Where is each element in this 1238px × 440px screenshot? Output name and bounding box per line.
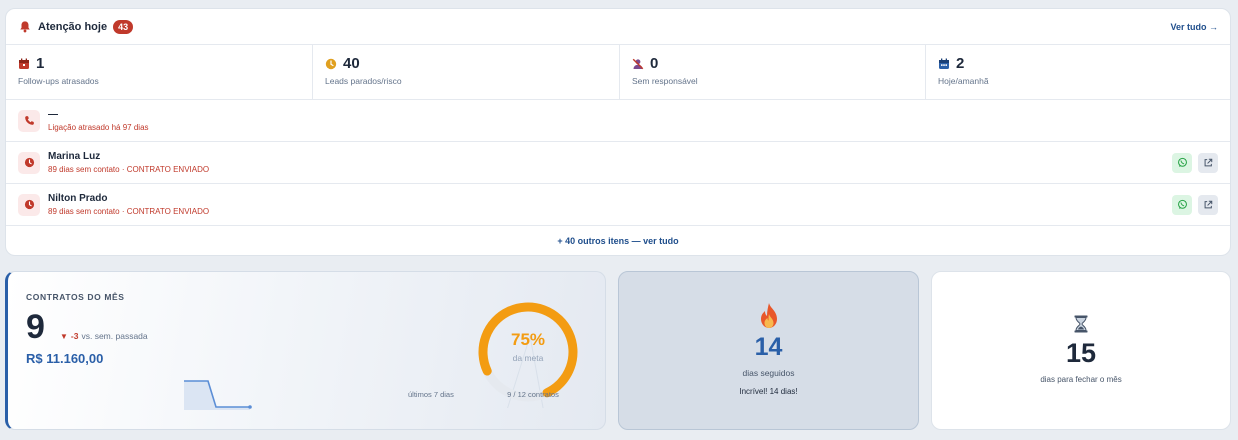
delta-value: -3 xyxy=(70,331,79,341)
open-external-button[interactable] xyxy=(1198,194,1218,215)
attention-title: Atenção hoje xyxy=(38,20,108,33)
streak-card: 14 dias seguidos Incrível! 14 dias! xyxy=(618,271,919,430)
external-link-icon xyxy=(1204,200,1213,208)
stat-label: Hoje/amanhã xyxy=(938,76,989,86)
clock-warning-icon xyxy=(325,58,337,69)
open-external-button[interactable] xyxy=(1198,152,1218,173)
streak-label: dias seguidos xyxy=(742,368,795,378)
stat-label: Sem responsável xyxy=(632,76,698,86)
delta-label: vs. sem. passada xyxy=(81,331,148,341)
stat-label: Follow-ups atrasados xyxy=(18,76,99,86)
item-subtitle: 89 dias sem contato · CONTRATO ENVIADO xyxy=(48,165,210,174)
days-left-card: 15 dias para fechar o mês xyxy=(931,271,1231,430)
stat-value: 1 xyxy=(36,55,45,72)
list-item[interactable]: Marina Luz 89 dias sem contato · CONTRAT… xyxy=(6,142,1230,184)
see-all-link[interactable]: Ver tudo → xyxy=(1170,22,1218,32)
clock-icon xyxy=(18,193,40,216)
streak-message: Incrível! 14 dias! xyxy=(739,387,798,396)
list-item[interactable]: — Ligação atrasado há 97 dias xyxy=(6,100,1230,142)
calendar-today-icon xyxy=(939,58,949,69)
clock-icon xyxy=(18,151,40,174)
goal-label: da meta xyxy=(512,353,544,363)
stat-value: 40 xyxy=(343,55,360,72)
stat-today-tomorrow[interactable]: 2 Hoje/amanhã xyxy=(926,45,1230,99)
list-item[interactable]: Nilton Prado 89 dias sem contato · CONTR… xyxy=(6,184,1230,226)
whatsapp-button[interactable] xyxy=(1172,152,1192,173)
days-left-label: dias para fechar o mês xyxy=(1040,375,1122,384)
item-subtitle: Ligação atrasado há 97 dias xyxy=(48,123,149,132)
external-link-icon xyxy=(1204,158,1213,166)
contracts-count: 9 xyxy=(26,308,45,346)
contracts-delta: ▼ -3 vs. sem. passada xyxy=(60,331,148,341)
stat-label: Leads parados/risco xyxy=(325,76,402,86)
whatsapp-button[interactable] xyxy=(1172,194,1192,215)
see-more-link[interactable]: + 40 outros itens — ver tudo xyxy=(6,226,1230,246)
user-off-icon xyxy=(632,58,644,69)
stat-value: 2 xyxy=(956,55,965,72)
whatsapp-icon xyxy=(1177,157,1187,167)
bell-icon xyxy=(20,20,30,32)
calendar-overdue-icon xyxy=(19,58,29,69)
contracts-card: CONTRATOS DO MÊS 9 ▼ -3 vs. sem. passada… xyxy=(5,271,606,430)
flame-icon xyxy=(761,303,777,328)
contracts-revenue: R$ 11.160,00 xyxy=(26,351,104,366)
stat-stalled-leads[interactable]: 40 Leads parados/risco xyxy=(313,45,620,99)
sparkline-label: últimos 7 dias xyxy=(408,390,454,399)
goal-count: 9 / 12 contratos xyxy=(507,390,559,399)
goal-percent: 75% xyxy=(510,330,546,349)
contracts-title: CONTRATOS DO MÊS xyxy=(26,292,125,302)
item-name: Nilton Prado xyxy=(48,193,108,204)
phone-icon xyxy=(18,109,40,132)
attention-stats: 1 Follow-ups atrasados 40 Leads parados/… xyxy=(6,45,1230,100)
whatsapp-icon xyxy=(1177,199,1187,209)
item-name: Marina Luz xyxy=(48,151,101,162)
streak-value: 14 xyxy=(754,333,783,361)
attention-count-badge: 43 xyxy=(113,19,134,34)
days-left-value: 15 xyxy=(1065,338,1097,368)
trend-down-icon: ▼ xyxy=(60,331,68,341)
stat-unassigned[interactable]: 0 Sem responsável xyxy=(620,45,926,99)
attention-panel: Atenção hoje 43 Ver tudo → 1 Follow-ups … xyxy=(5,8,1231,256)
stat-overdue-followups[interactable]: 1 Follow-ups atrasados xyxy=(6,45,313,99)
sparkline-chart xyxy=(184,380,252,410)
stat-value: 0 xyxy=(650,55,659,72)
attention-header: Atenção hoje 43 Ver tudo → xyxy=(6,9,1230,45)
item-subtitle: 89 dias sem contato · CONTRATO ENVIADO xyxy=(48,207,210,216)
hourglass-icon xyxy=(1074,315,1088,333)
item-name: — xyxy=(48,109,58,120)
